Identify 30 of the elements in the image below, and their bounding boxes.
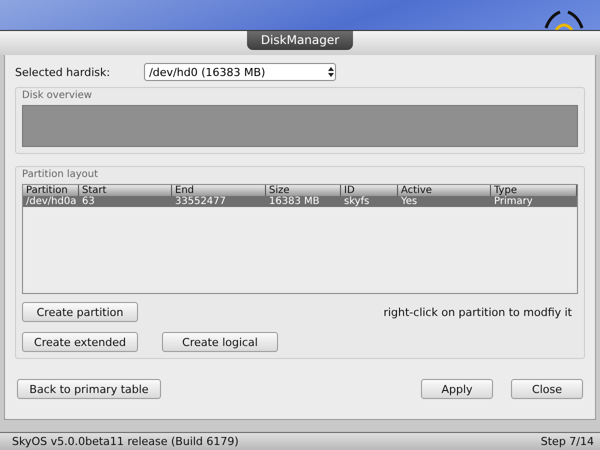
hardisk-label: Selected hardisk:	[15, 66, 110, 78]
spinner-arrows-icon	[327, 66, 336, 78]
group-title: Disk overview	[22, 90, 93, 101]
group-title: Partition layout	[22, 169, 100, 180]
table-cell-text: Primary	[493, 196, 534, 207]
hint-text: right-click on partition to modfiy it	[383, 306, 572, 318]
create-extended-button[interactable]: Create extended	[22, 332, 138, 352]
table-cell-text: 33552477	[174, 196, 227, 207]
apply-button[interactable]: Apply	[421, 379, 493, 399]
close-button[interactable]: Close	[511, 379, 583, 399]
window-title: DiskManager	[246, 31, 354, 50]
column-header[interactable]: Start	[79, 185, 172, 196]
table-cell-text: 63	[81, 196, 96, 207]
back-button[interactable]: Back to primary table	[17, 379, 161, 399]
create-partition-button[interactable]: Create partition	[22, 302, 138, 322]
column-header[interactable]: Partition	[23, 185, 79, 196]
table-row[interactable]: /dev/hd0a 63 33552477 16383 MB skyfs Yes Primary	[23, 196, 577, 207]
column-header[interactable]: Size	[266, 185, 341, 196]
status-text: SkyOS v5.0.0beta11 release (Build 6179)	[12, 435, 239, 448]
step-text: Step 7/14	[540, 435, 594, 448]
table-cell-text: skyfs	[343, 196, 370, 207]
table-cell-text: /dev/hd0a	[25, 196, 78, 207]
hardisk-select[interactable]: /dev/hd0 (16383 MB)	[144, 63, 336, 81]
column-header[interactable]: End	[172, 185, 266, 196]
column-header[interactable]: ID	[341, 185, 398, 196]
column-header[interactable]: Active	[398, 185, 491, 196]
table-cell-text: Yes	[400, 196, 418, 207]
create-logical-button[interactable]: Create logical	[162, 332, 278, 352]
table-cell-text: 16383 MB	[268, 196, 320, 207]
column-header[interactable]: Type	[491, 185, 577, 196]
